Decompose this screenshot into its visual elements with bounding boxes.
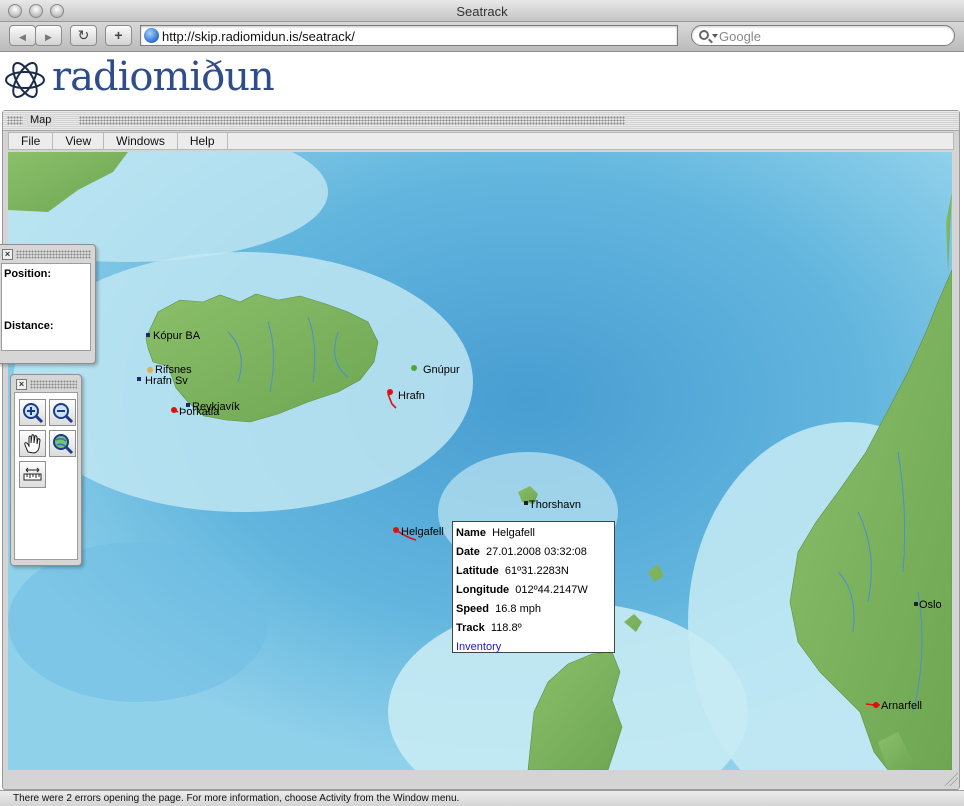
info-speed-label: Speed [456, 603, 490, 615]
address-url: http://skip.radiomidun.is/seatrack/ [162, 29, 355, 44]
back-arrow-icon: ◀ [19, 32, 26, 42]
site-logo-text[interactable]: radiomiðun [52, 54, 275, 100]
inventory-link[interactable]: Inventory [456, 641, 501, 653]
plus-icon: + [114, 27, 123, 43]
browser-toolbar: ◀ ▶ ↻ + http://skip.radiomidun.is/seatra… [0, 22, 964, 52]
info-track-label: Track [456, 622, 485, 634]
label-arnarfell: Arnarfell [881, 700, 922, 712]
app-menubar: File View Windows Help [8, 132, 954, 150]
menu-help[interactable]: Help [178, 133, 228, 149]
info-longitude-value: 012º44.2147W [515, 584, 588, 596]
address-field[interactable]: http://skip.radiomidun.is/seatrack/ [140, 25, 678, 46]
atom-logo-icon [5, 62, 45, 98]
back-button[interactable]: ◀ [9, 25, 36, 46]
panel-grip[interactable] [16, 250, 91, 259]
map-window-titlebar[interactable]: Map [3, 111, 959, 131]
title-grip-long [79, 116, 625, 125]
close-icon[interactable]: × [2, 249, 13, 260]
search-field[interactable]: Google [691, 25, 955, 46]
info-name-label: Name [456, 527, 486, 539]
status-bar: There were 2 errors opening the page. Fo… [0, 790, 964, 806]
measure-button[interactable] [19, 461, 46, 488]
forward-arrow-icon: ▶ [45, 32, 52, 42]
info-date-value: 27.01.2008 03:32:08 [485, 546, 587, 558]
info-speed-value: 16.8 mph [495, 603, 542, 615]
menu-view[interactable]: View [53, 133, 105, 149]
info-latitude-label: Latitude [456, 565, 499, 577]
info-track-value: 118.8º [490, 622, 522, 634]
search-icon [699, 30, 709, 40]
tool-panel-body [14, 392, 78, 560]
reload-icon: ↻ [77, 27, 90, 43]
chevron-down-icon [712, 34, 718, 38]
label-gnupur: Gnúpur [423, 364, 460, 376]
info-name-value: Helgafell [492, 527, 535, 539]
info-track-row: Track 118.8º [456, 619, 611, 638]
reload-button[interactable]: ↻ [70, 25, 97, 46]
measure-ruler-icon [23, 467, 42, 481]
search-placeholder: Google [719, 29, 761, 44]
zoom-in-button[interactable] [19, 399, 46, 426]
label-oslo: Oslo [919, 599, 942, 611]
panel-grip[interactable] [30, 380, 77, 389]
position-panel: × Position: Distance: [0, 244, 96, 364]
label-kopur-ba: Kópur BA [153, 330, 201, 342]
close-icon[interactable]: × [16, 379, 27, 390]
info-longitude-label: Longitude [456, 584, 510, 596]
label-thorkatla: Þorkatla [179, 406, 220, 418]
position-panel-body: Position: Distance: [1, 263, 91, 351]
tool-panel: × [10, 374, 82, 566]
pan-hand-icon [24, 434, 41, 454]
zoom-out-button[interactable] [49, 399, 76, 426]
zoom-globe-icon [53, 434, 74, 455]
pan-button[interactable] [19, 430, 46, 457]
zoom-out-icon [53, 403, 74, 424]
title-grip [7, 116, 23, 125]
label-helgafell: Helgafell [401, 526, 444, 538]
zoom-in-icon [23, 403, 44, 424]
globe-icon [144, 28, 159, 43]
window-titlebar: Seatrack [0, 0, 964, 22]
map-canvas[interactable]: Kópur BA Rifsnes Hrafn Sv Reykjavík Þork… [8, 152, 952, 770]
menu-windows[interactable]: Windows [104, 133, 178, 149]
info-speed-row: Speed 16.8 mph [456, 600, 611, 619]
forward-button[interactable]: ▶ [35, 25, 62, 46]
info-longitude-row: Longitude 012º44.2147W [456, 581, 611, 600]
info-latitude-row: Latitude 61º31.2283N [456, 562, 611, 581]
zoom-extent-button[interactable] [49, 430, 76, 457]
resize-handle[interactable] [944, 772, 958, 786]
add-bookmark-button[interactable]: + [105, 25, 132, 46]
label-hrafn: Hrafn [398, 390, 425, 402]
map-window-title: Map [27, 114, 55, 126]
info-link-row: Inventory [456, 638, 611, 657]
info-date-row: Date 27.01.2008 03:32:08 [456, 543, 611, 562]
info-date-label: Date [456, 546, 480, 558]
label-thorshavn: Thorshavn [529, 499, 581, 511]
position-label: Position: [4, 268, 52, 280]
label-hrafn-sv: Hrafn Sv [145, 375, 188, 387]
distance-label: Distance: [4, 320, 54, 332]
window-title: Seatrack [456, 4, 508, 19]
menu-file[interactable]: File [9, 133, 54, 149]
info-latitude-value: 61º31.2283N [504, 565, 569, 577]
vessel-info-popup: Name Helgafell Date 27.01.2008 03:32:08 … [452, 521, 615, 653]
info-name-row: Name Helgafell [456, 524, 611, 543]
